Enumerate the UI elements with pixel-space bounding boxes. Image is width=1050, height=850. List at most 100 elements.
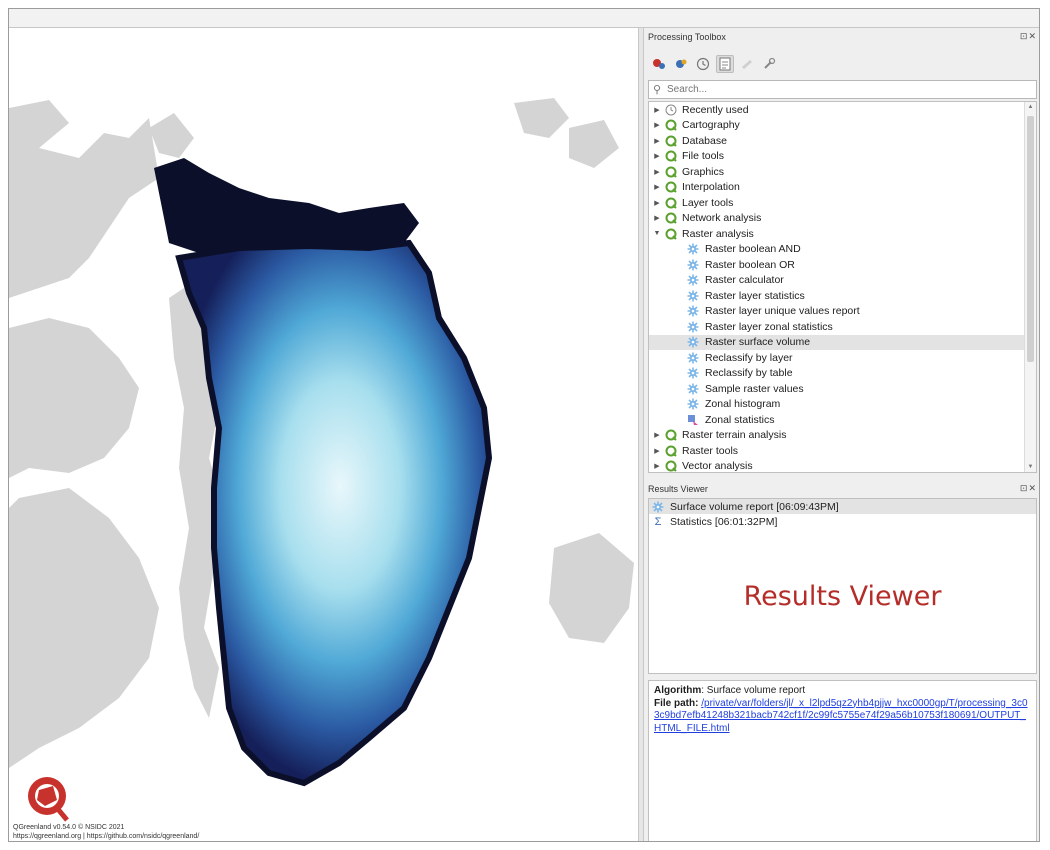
expand-arrow-icon[interactable]: ▶ bbox=[652, 199, 662, 207]
qgis-icon bbox=[665, 197, 677, 209]
expand-arrow-icon[interactable]: ▶ bbox=[652, 137, 662, 145]
gear-icon bbox=[687, 290, 699, 302]
algorithm-reclassify-by-layer[interactable]: Reclassify by layer bbox=[649, 350, 1024, 366]
map-canvas[interactable]: QGreenland v0.54.0 © NSIDC 2021 https://… bbox=[9, 28, 638, 841]
file-path-key: File path bbox=[654, 697, 696, 709]
tree-item-vector-analysis[interactable]: ▶ Vector analysis bbox=[649, 459, 1024, 473]
tree-item-label: Database bbox=[682, 134, 727, 147]
tree-item-database[interactable]: ▶ Database bbox=[649, 133, 1024, 149]
tree-item-network-analysis[interactable]: ▶ Network analysis bbox=[649, 211, 1024, 227]
ice-sheet bbox=[175, 239, 493, 787]
tree-item-raster-analysis[interactable]: ▼ Raster analysis bbox=[649, 226, 1024, 242]
algorithm-label: Reclassify by layer bbox=[705, 351, 793, 364]
algorithm-label: Raster layer statistics bbox=[705, 289, 805, 302]
scrollbar-thumb[interactable] bbox=[1027, 116, 1034, 362]
scroll-down-icon[interactable]: ▼ bbox=[1025, 464, 1036, 470]
tree-item-label: Vector analysis bbox=[682, 460, 753, 473]
tree-item-graphics[interactable]: ▶ Graphics bbox=[649, 164, 1024, 180]
algorithm-raster-boolean-or[interactable]: Raster boolean OR bbox=[649, 257, 1024, 273]
results-viewer-controls[interactable]: ⊡✕ bbox=[1020, 483, 1037, 494]
algorithm-label: Raster calculator bbox=[705, 274, 784, 287]
gear-icon bbox=[687, 383, 699, 395]
qgis-window: QGreenland v0.54.0 © NSIDC 2021 https://… bbox=[8, 8, 1040, 842]
tree-item-label: Raster terrain analysis bbox=[682, 429, 787, 442]
processing-toolbox-controls[interactable]: ⊡✕ bbox=[1020, 31, 1037, 42]
credit-line-2: https://qgreenland.org | https://github.… bbox=[13, 833, 200, 840]
expand-arrow-icon[interactable]: ▶ bbox=[652, 121, 662, 129]
algorithm-zonal-statistics[interactable]: Zonal statistics bbox=[649, 412, 1024, 428]
qgis-icon bbox=[665, 445, 677, 457]
tree-item-label: File tools bbox=[682, 150, 725, 163]
tree-item-label: Layer tools bbox=[682, 196, 734, 209]
expand-arrow-icon[interactable]: ▶ bbox=[652, 183, 662, 191]
algorithm-raster-layer-zonal-statistics[interactable]: Raster layer zonal statistics bbox=[649, 319, 1024, 335]
gear-icon bbox=[687, 243, 699, 255]
map-render bbox=[9, 98, 634, 822]
processing-toolbox-title: Processing Toolbox bbox=[648, 32, 726, 42]
tree-item-label: Raster analysis bbox=[682, 227, 754, 240]
tree-scrollbar[interactable]: ▲ ▼ bbox=[1024, 102, 1036, 472]
algorithm-raster-calculator[interactable]: Raster calculator bbox=[649, 273, 1024, 289]
options-wrench-icon[interactable] bbox=[760, 55, 778, 73]
expand-arrow-icon[interactable]: ▶ bbox=[652, 106, 662, 114]
title-bar bbox=[9, 9, 1039, 28]
results-viewer-icon[interactable] bbox=[716, 55, 734, 73]
tree-item-raster-terrain-analysis[interactable]: ▶ Raster terrain analysis bbox=[649, 428, 1024, 444]
algorithm-raster-layer-statistics[interactable]: Raster layer statistics bbox=[649, 288, 1024, 304]
gear-icon bbox=[687, 274, 699, 286]
qgis-icon bbox=[665, 228, 677, 240]
algorithm-line: Algorithm: Surface volume report bbox=[654, 685, 1031, 698]
tree-item-interpolation[interactable]: ▶ Interpolation bbox=[649, 180, 1024, 196]
algorithm-raster-surface-volume[interactable]: Raster surface volume bbox=[649, 334, 1024, 350]
search-input[interactable] bbox=[665, 83, 1029, 96]
credit-line-1: QGreenland v0.54.0 © NSIDC 2021 bbox=[13, 824, 125, 831]
algorithm-tree[interactable]: ▶ Recently used ▶ Cartography ▶ Database… bbox=[648, 101, 1037, 473]
algorithm-value: : Surface volume report bbox=[701, 685, 806, 696]
result-item-statistics[interactable]: Σ Statistics [06:01:32PM] bbox=[649, 514, 1036, 529]
tree-item-layer-tools[interactable]: ▶ Layer tools bbox=[649, 195, 1024, 211]
models-icon[interactable] bbox=[650, 55, 668, 73]
expand-arrow-icon[interactable]: ▶ bbox=[652, 168, 662, 176]
gear-icon bbox=[687, 336, 699, 348]
qgis-icon bbox=[665, 119, 677, 131]
tree-item-recently-used[interactable]: ▶ Recently used bbox=[649, 102, 1024, 118]
edit-features-icon[interactable] bbox=[738, 55, 756, 73]
gear-icon bbox=[687, 367, 699, 379]
result-item-surface-volume[interactable]: Surface volume report [06:09:43PM] bbox=[649, 499, 1036, 514]
expand-arrow-icon[interactable]: ▶ bbox=[652, 431, 662, 439]
algorithm-raster-layer-unique-values-report[interactable]: Raster layer unique values report bbox=[649, 304, 1024, 320]
history-clock-icon[interactable] bbox=[694, 55, 712, 73]
tree-item-label: Cartography bbox=[682, 119, 740, 132]
sigma-icon: Σ bbox=[654, 515, 662, 528]
expand-arrow-icon[interactable]: ▶ bbox=[652, 214, 662, 222]
algorithm-raster-boolean-and[interactable]: Raster boolean AND bbox=[649, 242, 1024, 258]
qgis-icon bbox=[665, 135, 677, 147]
clock-icon bbox=[665, 104, 677, 116]
tree-item-cartography[interactable]: ▶ Cartography bbox=[649, 118, 1024, 134]
algorithm-label: Raster layer unique values report bbox=[705, 305, 860, 318]
expand-arrow-icon[interactable]: ▶ bbox=[652, 447, 662, 455]
result-label: Surface volume report [06:09:43PM] bbox=[670, 500, 839, 513]
results-viewer-title: Results Viewer bbox=[648, 484, 708, 494]
toolbox-search[interactable]: ⚲ bbox=[648, 80, 1037, 99]
right-dock: Processing Toolbox ⊡✕ ⚲ Search... ▶ Rece… bbox=[644, 28, 1039, 841]
scroll-up-icon[interactable]: ▲ bbox=[1025, 104, 1036, 110]
algorithm-key: Algorithm bbox=[654, 685, 702, 696]
scripts-icon[interactable] bbox=[672, 55, 690, 73]
qgis-icon bbox=[665, 429, 677, 441]
qgis-icon bbox=[665, 212, 677, 224]
file-path-link[interactable]: /private/var/folders/jl/_x_l2lpd5qz2yhb4… bbox=[654, 698, 1028, 734]
algorithm-reclassify-by-table[interactable]: Reclassify by table bbox=[649, 366, 1024, 382]
algorithm-sample-raster-values[interactable]: Sample raster values bbox=[649, 381, 1024, 397]
expand-arrow-icon[interactable]: ▶ bbox=[652, 462, 662, 470]
results-list[interactable]: Surface volume report [06:09:43PM] Σ Sta… bbox=[648, 498, 1037, 674]
tree-item-file-tools[interactable]: ▶ File tools bbox=[649, 149, 1024, 165]
expand-arrow-icon[interactable]: ▶ bbox=[652, 152, 662, 160]
qgis-icon bbox=[665, 150, 677, 162]
algorithm-zonal-histogram[interactable]: Zonal histogram bbox=[649, 397, 1024, 413]
tree-item-raster-tools[interactable]: ▶ Raster tools bbox=[649, 443, 1024, 459]
collapse-arrow-icon[interactable]: ▼ bbox=[652, 230, 662, 237]
algorithm-label: Raster boolean AND bbox=[705, 243, 801, 256]
qgis-icon bbox=[665, 181, 677, 193]
result-detail: Algorithm: Surface volume report File pa… bbox=[648, 680, 1037, 841]
